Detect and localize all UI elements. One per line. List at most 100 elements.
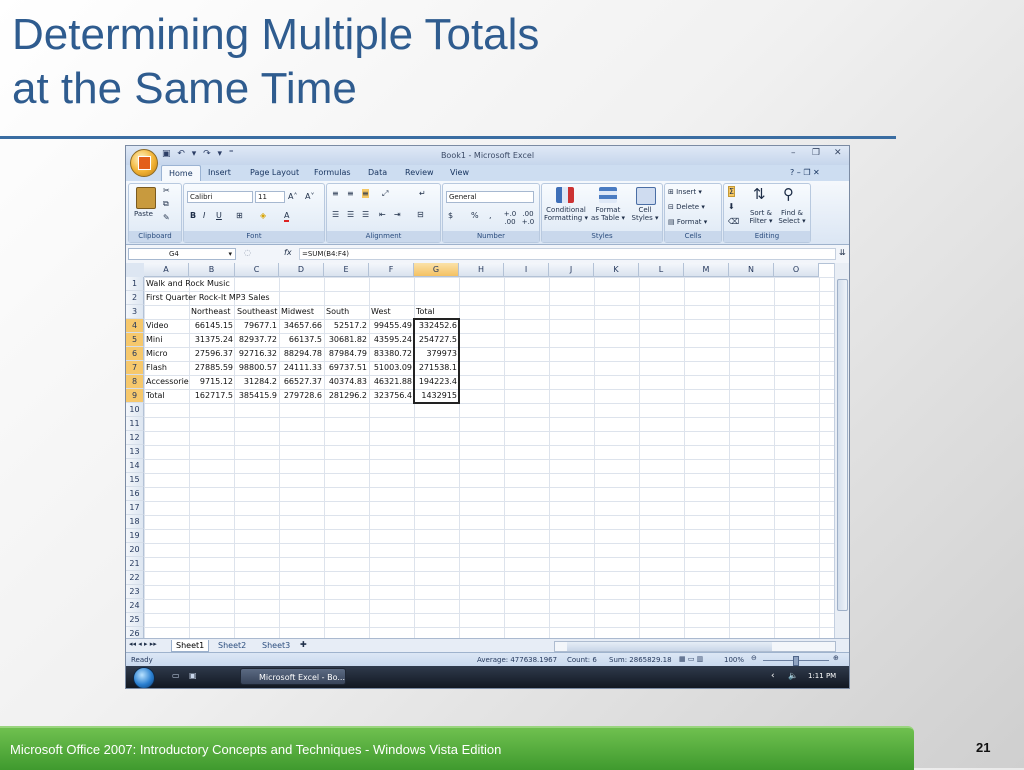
switch-windows-icon[interactable]: ▣ <box>189 671 197 680</box>
sheet-tab-3[interactable]: Sheet3 <box>258 640 294 651</box>
autosum-icon[interactable]: Σ <box>728 186 736 197</box>
value-cell[interactable]: 46321.88 <box>369 375 414 389</box>
value-cell[interactable]: 34657.66 <box>279 319 324 333</box>
fill-icon[interactable]: ⬇ <box>728 202 735 211</box>
row-header-19[interactable]: 19 <box>126 529 144 543</box>
tab-insert[interactable]: Insert <box>208 168 231 177</box>
insert-cells-button[interactable]: ⊞ Insert ▾ <box>668 188 702 196</box>
minimize-icon[interactable]: – <box>791 148 796 158</box>
value-cell[interactable]: 79677.1 <box>235 319 279 333</box>
horizontal-scroll-thumb[interactable] <box>567 642 772 651</box>
wrap-text-icon[interactable]: ↵ <box>419 189 426 198</box>
merge-center-icon[interactable]: ⊟ <box>417 210 424 219</box>
horizontal-scrollbar[interactable] <box>554 641 836 652</box>
borders-icon[interactable]: ⊞ <box>236 211 243 220</box>
tab-formulas[interactable]: Formulas <box>314 168 351 177</box>
value-cell[interactable]: 51003.09 <box>369 361 414 375</box>
row-header-20[interactable]: 20 <box>126 543 144 557</box>
row-header-16[interactable]: 16 <box>126 487 144 501</box>
column-header-f[interactable]: F <box>369 263 414 277</box>
tab-data[interactable]: Data <box>368 168 387 177</box>
row-label-cell[interactable]: Video <box>144 319 189 333</box>
value-cell[interactable]: 279728.6 <box>279 389 324 403</box>
number-format-box[interactable]: General <box>446 191 534 203</box>
row-header-2[interactable]: 2 <box>126 291 144 305</box>
selected-range-g4-g9[interactable] <box>413 318 460 404</box>
delete-cells-button[interactable]: ⊟ Delete ▾ <box>668 203 705 211</box>
cut-icon[interactable]: ✂ <box>163 186 170 195</box>
value-cell[interactable]: 66527.37 <box>279 375 324 389</box>
align-left-icon[interactable]: ☰ <box>332 210 339 219</box>
value-cell[interactable]: 9715.12 <box>189 375 235 389</box>
value-cell[interactable]: 385415.9 <box>235 389 279 403</box>
taskbar-excel-button[interactable]: Microsoft Excel - Bo... <box>240 668 346 685</box>
sort-filter-button[interactable]: Sort & Filter ▾ <box>746 209 776 225</box>
row-header-15[interactable]: 15 <box>126 473 144 487</box>
row-header-18[interactable]: 18 <box>126 515 144 529</box>
zoom-level[interactable]: 100% <box>724 656 744 664</box>
column-header-g[interactable]: G <box>414 263 459 277</box>
name-box-dropdown-icon[interactable]: ▾ <box>228 249 232 259</box>
row-label-cell[interactable]: Total <box>144 389 189 403</box>
find-select-button[interactable]: Find & Select ▾ <box>776 209 808 225</box>
row-label-cell[interactable]: Mini <box>144 333 189 347</box>
comma-button[interactable]: , <box>489 211 492 220</box>
column-header-d[interactable]: D <box>279 263 324 277</box>
row-header-12[interactable]: 12 <box>126 431 144 445</box>
start-button-icon[interactable] <box>133 667 155 688</box>
align-middle-icon[interactable]: ≡ <box>347 189 354 198</box>
value-cell[interactable]: 31284.2 <box>235 375 279 389</box>
row-header-7[interactable]: 7 <box>126 361 144 375</box>
tab-view[interactable]: View <box>450 168 469 177</box>
italic-button[interactable]: I <box>203 211 205 220</box>
bold-button[interactable]: B <box>190 211 196 220</box>
increase-indent-icon[interactable]: ⇥ <box>394 210 401 219</box>
value-cell[interactable]: 281296.2 <box>324 389 369 403</box>
decrease-indent-icon[interactable]: ⇤ <box>379 210 386 219</box>
formula-cancel-icon[interactable]: ◌ <box>244 248 251 257</box>
currency-button[interactable]: $ <box>448 211 453 220</box>
sheet-tab-1[interactable]: Sheet1 <box>171 640 210 652</box>
expand-formula-bar-icon[interactable]: ⇊ <box>839 248 846 257</box>
row-label-cell[interactable]: Micro <box>144 347 189 361</box>
align-bottom-icon[interactable]: ≡ <box>362 189 369 198</box>
view-normal-icon[interactable]: ▦ ▭ ▥ <box>679 655 703 663</box>
column-heading-cell[interactable]: Southeast <box>235 305 279 319</box>
cell-styles-button[interactable]: Cell Styles ▾ <box>628 206 662 222</box>
vertical-scroll-thumb[interactable] <box>837 279 848 611</box>
clear-icon[interactable]: ⌫ <box>728 217 739 226</box>
row-header-4[interactable]: 4 <box>126 319 144 333</box>
column-header-o[interactable]: O <box>774 263 819 277</box>
row-header-9[interactable]: 9 <box>126 389 144 403</box>
increase-decimal-button[interactable]: +.0 .00 <box>501 210 519 226</box>
select-all-corner[interactable] <box>126 263 145 278</box>
underline-button[interactable]: U <box>216 211 222 220</box>
volume-icon[interactable]: 🔈 <box>788 671 798 680</box>
value-cell[interactable]: 31375.24 <box>189 333 235 347</box>
row-header-6[interactable]: 6 <box>126 347 144 361</box>
vertical-scrollbar[interactable] <box>834 263 849 644</box>
row-header-14[interactable]: 14 <box>126 459 144 473</box>
value-cell[interactable]: 87984.79 <box>324 347 369 361</box>
tab-home[interactable]: Home <box>161 165 201 182</box>
value-cell[interactable]: 66137.5 <box>279 333 324 347</box>
window-controls-secondary[interactable]: ? – ❐ ✕ <box>790 168 820 177</box>
show-desktop-icon[interactable]: ▭ <box>172 671 180 680</box>
grow-font-button[interactable]: A˄ <box>288 192 297 201</box>
column-heading-cell[interactable]: South <box>324 305 369 319</box>
row-header-24[interactable]: 24 <box>126 599 144 613</box>
value-cell[interactable]: 99455.49 <box>369 319 414 333</box>
cell-a1-title[interactable]: Walk and Rock Music <box>144 277 230 291</box>
column-heading-cell[interactable]: Northeast <box>189 305 235 319</box>
row-header-21[interactable]: 21 <box>126 557 144 571</box>
column-header-h[interactable]: H <box>459 263 504 277</box>
insert-sheet-icon[interactable]: ✚ <box>300 640 307 649</box>
clock[interactable]: 1:11 PM <box>808 672 836 680</box>
font-name-box[interactable]: Calibri <box>187 191 253 203</box>
row-label-cell[interactable]: Accessorie <box>144 375 189 389</box>
align-right-icon[interactable]: ☰ <box>362 210 369 219</box>
orientation-icon[interactable]: ⤢ <box>382 189 388 199</box>
row-header-25[interactable]: 25 <box>126 613 144 627</box>
row-header-23[interactable]: 23 <box>126 585 144 599</box>
format-painter-icon[interactable]: ✎ <box>163 213 170 222</box>
